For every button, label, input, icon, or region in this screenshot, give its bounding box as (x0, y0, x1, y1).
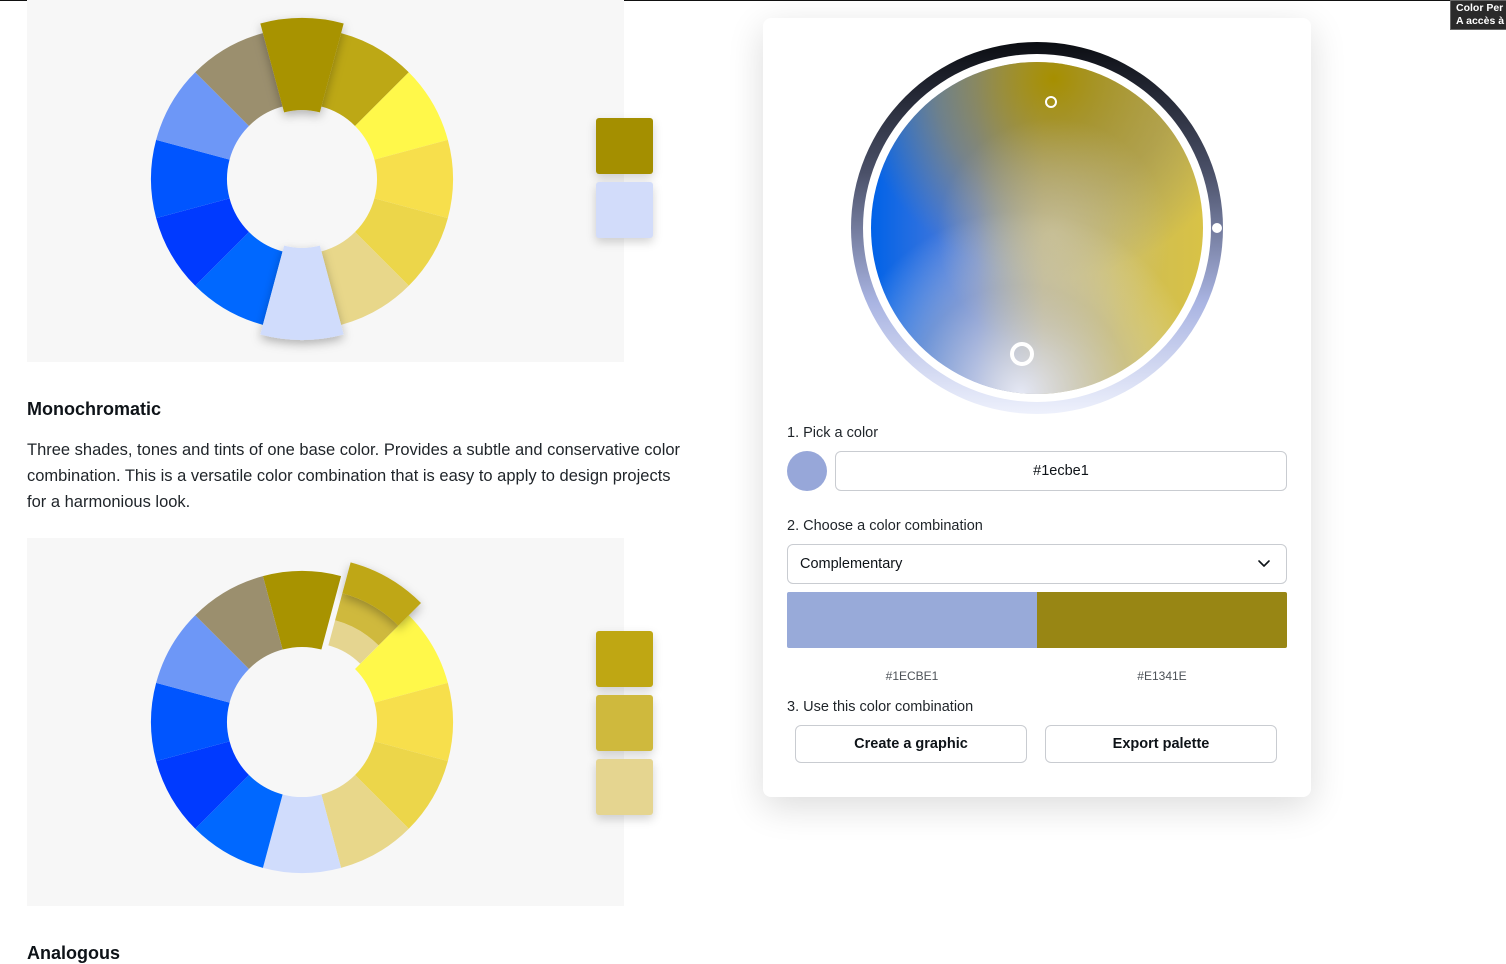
combination-hex-2: #E1341E (1137, 669, 1187, 683)
chevron-down-icon (1258, 560, 1270, 567)
extension-tooltip: Color Per A accès à (1450, 0, 1506, 30)
color-wheel-monochromatic (151, 562, 453, 873)
color-preview-dot[interactable] (787, 451, 827, 491)
step2-label: 2. Choose a color combination (787, 518, 983, 534)
tooltip-line-1: Color Per (1456, 2, 1504, 14)
complementary-swatch-2 (596, 182, 653, 238)
brightness-handle[interactable] (1212, 223, 1222, 233)
create-graphic-button[interactable]: Create a graphic (795, 725, 1027, 763)
combination-select[interactable]: Complementary (787, 544, 1287, 584)
export-palette-button[interactable]: Export palette (1045, 725, 1277, 763)
step3-label: 3. Use this color combination (787, 699, 974, 715)
monochromatic-swatch-3 (596, 759, 653, 815)
combination-selected-value: Complementary (800, 556, 903, 572)
monochromatic-wheel-panel (27, 538, 624, 906)
color-picker-wheel[interactable] (763, 18, 1311, 418)
color-wheel-complementary (151, 18, 453, 340)
monochromatic-description: Three shades, tones and tints of one bas… (27, 441, 681, 511)
step1-label: 1. Pick a color (787, 425, 879, 441)
monochromatic-swatch-2 (596, 695, 653, 751)
hue-disc-center-blend (871, 62, 1203, 394)
analogous-title: Analogous (27, 943, 120, 963)
combination-preview-bar (787, 592, 1287, 648)
combination-hex-1: #1ECBE1 (885, 669, 939, 683)
complementary-wheel-panel (27, 0, 624, 362)
tooltip-line-2: A accès à (1456, 15, 1505, 27)
combination-color-1 (787, 592, 1037, 648)
complementary-swatch-1 (596, 118, 653, 174)
hex-color-input[interactable] (835, 451, 1287, 491)
monochromatic-swatch-1 (596, 631, 653, 687)
monochromatic-title: Monochromatic (27, 399, 162, 419)
color-combination-card: 1. Pick a color 2. Choose a color combin… (763, 18, 1311, 797)
combination-color-2 (1037, 592, 1287, 648)
